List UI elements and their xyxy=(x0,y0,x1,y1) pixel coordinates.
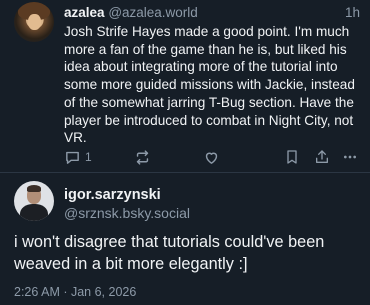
bookmark-button[interactable] xyxy=(284,146,300,168)
post-thread-view: azalea @azalea.world 1h Josh Strife Haye… xyxy=(0,0,370,305)
author-display-name[interactable]: azalea xyxy=(64,5,105,20)
post-header: azalea @azalea.world 1h xyxy=(64,5,360,21)
share-icon xyxy=(314,149,330,165)
more-options-button[interactable] xyxy=(342,146,358,168)
avatar-body xyxy=(20,204,48,221)
post-divider xyxy=(0,172,370,173)
post-text: Josh Strife Hayes made a good point. I'm… xyxy=(64,24,355,146)
reply-count: 1 xyxy=(85,150,92,164)
avatar-hair xyxy=(27,185,41,192)
like-button[interactable] xyxy=(203,146,220,168)
more-icon xyxy=(342,149,358,165)
reply-button[interactable]: 1 xyxy=(64,146,92,168)
main-author-handle[interactable]: @srznsk.bsky.social xyxy=(64,204,190,222)
repost-button[interactable] xyxy=(134,146,151,168)
reply-icon xyxy=(64,149,81,166)
post-time[interactable]: 1h xyxy=(345,5,360,21)
post-actions: 1 xyxy=(58,146,363,168)
main-post-avatar[interactable] xyxy=(14,181,54,221)
avatar[interactable] xyxy=(14,2,54,42)
share-button[interactable] xyxy=(314,146,330,168)
main-author-display-name[interactable]: igor.sarzynski xyxy=(64,186,161,204)
post-timestamp: 2:26 AM · Jan 6, 2026 xyxy=(14,285,137,299)
bookmark-icon xyxy=(284,149,300,165)
parent-post[interactable]: azalea @azalea.world 1h Josh Strife Haye… xyxy=(0,0,370,172)
avatar-face xyxy=(28,14,41,30)
main-post-text: i won't disagree that tutorials could've… xyxy=(14,233,325,273)
repost-icon xyxy=(134,149,151,166)
like-icon xyxy=(203,149,220,166)
author-handle[interactable]: @azalea.world xyxy=(108,5,198,20)
